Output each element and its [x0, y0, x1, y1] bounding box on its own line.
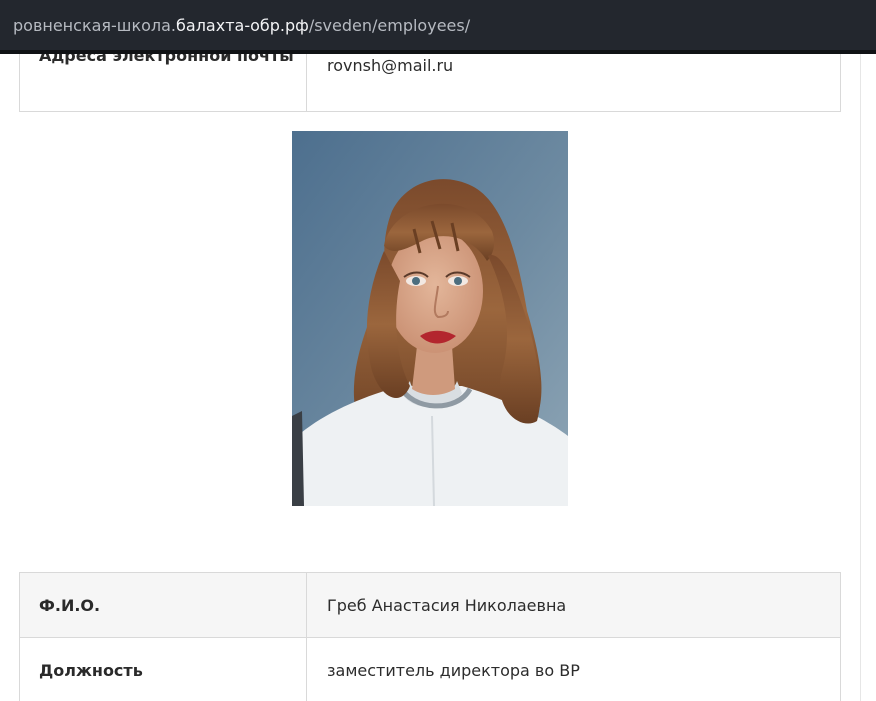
address-bar[interactable]: ровненская-школа. балахта-обр.рф/sveden/e… — [0, 0, 876, 50]
position-value: заместитель директора во ВР — [306, 637, 841, 701]
url-path: /sveden/employees/ — [308, 15, 471, 35]
url-prefix: ровненская-школа. — [13, 15, 177, 35]
page: Адреса электронной почты rovnsh@mail.ru — [0, 0, 876, 701]
fio-value: Греб Анастасия Николаевна — [306, 572, 841, 638]
table-row: Должность заместитель директора во ВР — [19, 637, 841, 701]
employee-table: Ф.И.О. Греб Анастасия Николаевна Должнос… — [19, 572, 841, 701]
address-bar-divider — [0, 50, 876, 54]
employee-photo — [292, 131, 568, 506]
position-label: Должность — [19, 637, 307, 701]
vertical-scrollbar[interactable] — [860, 54, 876, 701]
table-row: Ф.И.О. Греб Анастасия Николаевна — [19, 572, 841, 638]
url-host: балахта-обр.рф — [176, 15, 309, 35]
fio-label: Ф.И.О. — [19, 572, 307, 638]
